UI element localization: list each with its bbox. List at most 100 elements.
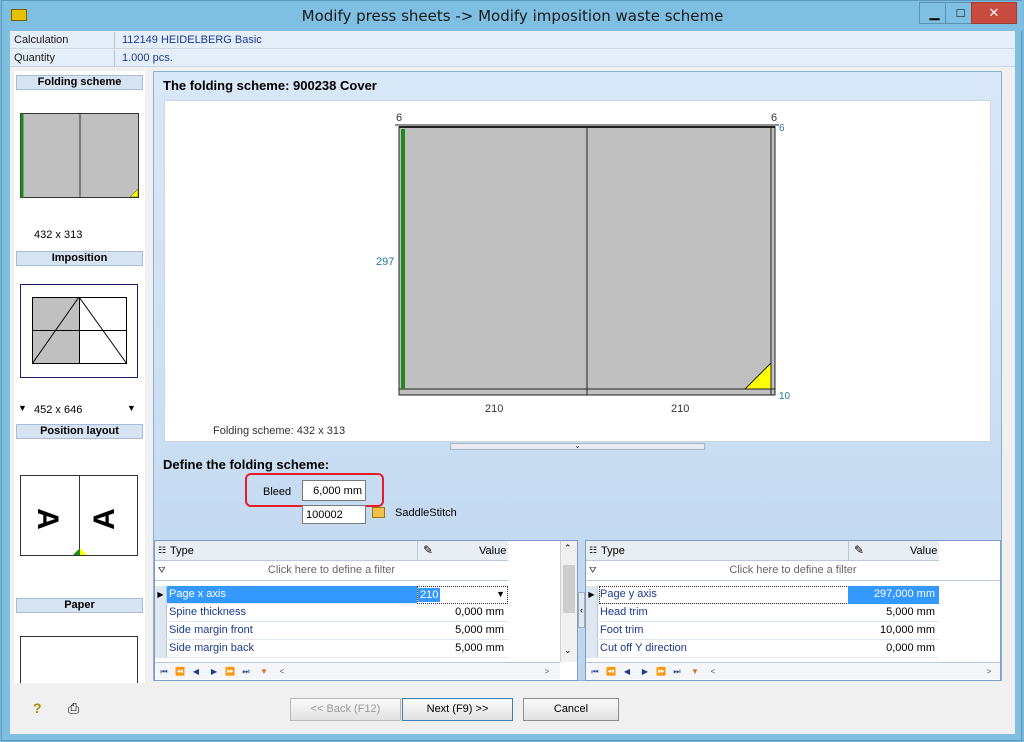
row-value: 5,000 mm [886, 606, 935, 618]
table-row[interactable]: Spine thickness 0,000 mm [155, 604, 508, 622]
folding-scheme-canvas: 6 6 6 297 210 210 10 Folding scheme: 432… [164, 100, 991, 442]
title-bar: Modify press sheets -> Modify imposition… [2, 1, 1023, 31]
help-icon[interactable]: ? [33, 700, 49, 718]
next-page-icon[interactable]: ⏩ [223, 665, 237, 678]
row-indicator [155, 604, 167, 621]
row-indicator [586, 640, 598, 657]
chevron-down-icon[interactable]: ▼ [127, 403, 136, 413]
left-thumbnail-panel: Folding scheme 432 x 313 Imposition ▼ 45… [14, 71, 145, 683]
next-page-icon[interactable]: ⏩ [654, 665, 668, 678]
column-header-value[interactable]: Value [910, 545, 937, 557]
separator [114, 32, 115, 49]
vertical-scrollbar[interactable]: ⌃ ⌄ [560, 541, 577, 662]
filter-row[interactable]: ⛛ Click here to define a filter [155, 561, 508, 581]
grid-navigator: ⏮ ⏪ ◀ ▶ ⏩ ⏭ ▼ < > [155, 662, 560, 679]
table-row[interactable]: Head trim 5,000 mm [586, 604, 939, 622]
first-record-icon[interactable]: ⏮ [157, 665, 171, 678]
filter-icon: ⛛ [158, 565, 166, 575]
cancel-button[interactable]: Cancel [523, 698, 619, 721]
page-letter-a: A [30, 508, 64, 530]
splitter-handle[interactable]: ⌄ [450, 443, 705, 450]
prev-record-icon[interactable]: ◀ [620, 665, 634, 678]
table-row[interactable]: Side margin front 5,000 mm [155, 622, 508, 640]
row-type: Side margin back [169, 642, 254, 654]
first-record-icon[interactable]: ⏮ [588, 665, 602, 678]
next-record-icon[interactable]: ▶ [207, 665, 221, 678]
table-row[interactable]: Cut off Y direction 0,000 mm [586, 640, 939, 658]
filter-text: Click here to define a filter [267, 564, 396, 576]
define-title: Define the folding scheme: [163, 457, 330, 472]
prev-record-icon[interactable]: ◀ [189, 665, 203, 678]
highlight-frame [245, 473, 384, 507]
close-button[interactable]: ✕ [971, 2, 1017, 24]
column-header-type[interactable]: Type [170, 545, 194, 557]
imposition-header: Imposition [16, 251, 143, 266]
chevron-up-icon[interactable]: ⌃ [564, 543, 572, 554]
grid-header: ☷ Type ✎ Value [586, 541, 939, 561]
info-row-calculation: Calculation 112149 HEIDELBERG Basic [10, 32, 1015, 49]
folding-scheme-size: 432 x 313 [34, 229, 83, 241]
next-button[interactable]: Next (F9) >> [402, 698, 513, 721]
chevron-down-icon[interactable]: ▼ [496, 589, 505, 599]
row-type: Head trim [600, 606, 648, 618]
paper-thumbnail[interactable] [20, 636, 138, 683]
value-dropdown[interactable]: 210 ▼ [417, 586, 508, 604]
chevron-down-icon[interactable]: ⌄ [564, 645, 572, 656]
filter-row[interactable]: ⛛ Click here to define a filter [586, 561, 1000, 581]
divider [417, 541, 418, 561]
scrollbar-thumb[interactable] [563, 565, 575, 613]
client-area: Calculation 112149 HEIDELBERG Basic Quan… [10, 31, 1015, 734]
row-type: Side margin front [169, 624, 253, 636]
prev-page-icon[interactable]: ⏪ [173, 665, 187, 678]
imposition-thumbnail[interactable] [20, 284, 138, 378]
scroll-right-icon[interactable]: > [540, 665, 554, 678]
row-indicator-icon: ▶ [586, 586, 598, 603]
imposition-size: 452 x 646 [34, 404, 83, 416]
collapse-handle[interactable]: ‹ [578, 592, 585, 628]
info-value: 1.000 pcs. [122, 52, 173, 64]
row-indicator [586, 622, 598, 639]
prev-page-icon[interactable]: ⏪ [604, 665, 618, 678]
scroll-right-icon[interactable]: > [982, 665, 996, 678]
table-row[interactable]: Side margin back 5,000 mm [155, 640, 508, 658]
grid-right: ☷ Type ✎ Value ⛛ Click here to define a … [585, 540, 1001, 681]
position-layout-thumbnail[interactable]: A A [20, 475, 138, 556]
back-button[interactable]: << Back (F12) [290, 698, 401, 721]
pencil-icon: ✎ [423, 543, 434, 557]
folder-icon[interactable] [372, 507, 385, 518]
grid-header: ☷ Type ✎ Value [155, 541, 508, 561]
separator [114, 50, 115, 67]
position-marker-icon [73, 548, 87, 555]
next-record-icon[interactable]: ▶ [638, 665, 652, 678]
imposition-diagram [32, 297, 128, 365]
pencil-icon: ✎ [854, 543, 865, 557]
chevron-down-icon[interactable]: ▼ [18, 403, 27, 413]
page-letter-a: A [87, 508, 121, 530]
folding-scheme-thumbnail[interactable] [20, 113, 140, 200]
width-label-left: 210 [485, 403, 504, 415]
row-type: Spine thickness [169, 606, 247, 618]
page-title: The folding scheme: 900238 Cover [163, 78, 377, 93]
width-label-right: 210 [671, 403, 690, 415]
row-indicator [155, 622, 167, 639]
table-row[interactable]: ▶ Page x axis 210 ▼ [155, 586, 508, 604]
last-record-icon[interactable]: ⏭ [239, 665, 253, 678]
row-type: Page y axis [600, 588, 657, 600]
scheme-code-input[interactable]: 100002 [302, 505, 366, 524]
scroll-left-icon[interactable]: < [275, 665, 289, 678]
canvas-caption: Folding scheme: 432 x 313 [213, 425, 346, 437]
last-record-icon[interactable]: ⏭ [670, 665, 684, 678]
row-indicator [155, 640, 167, 657]
window-title: Modify press sheets -> Modify imposition… [301, 7, 724, 25]
dropdown-value: 210 [418, 588, 441, 602]
column-header-value[interactable]: Value [479, 545, 506, 557]
filter-icon[interactable]: ▼ [257, 665, 271, 678]
print-icon[interactable]: ⎙ [68, 700, 84, 716]
table-row[interactable]: ▶ Page y axis 297,000 mm [586, 586, 939, 604]
filter-icon[interactable]: ▼ [688, 665, 702, 678]
column-header-type[interactable]: Type [601, 545, 625, 557]
row-value: 5,000 mm [455, 624, 504, 636]
table-row[interactable]: Foot trim 10,000 mm [586, 622, 939, 640]
scroll-left-icon[interactable]: < [706, 665, 720, 678]
row-value: 5,000 mm [455, 642, 504, 654]
